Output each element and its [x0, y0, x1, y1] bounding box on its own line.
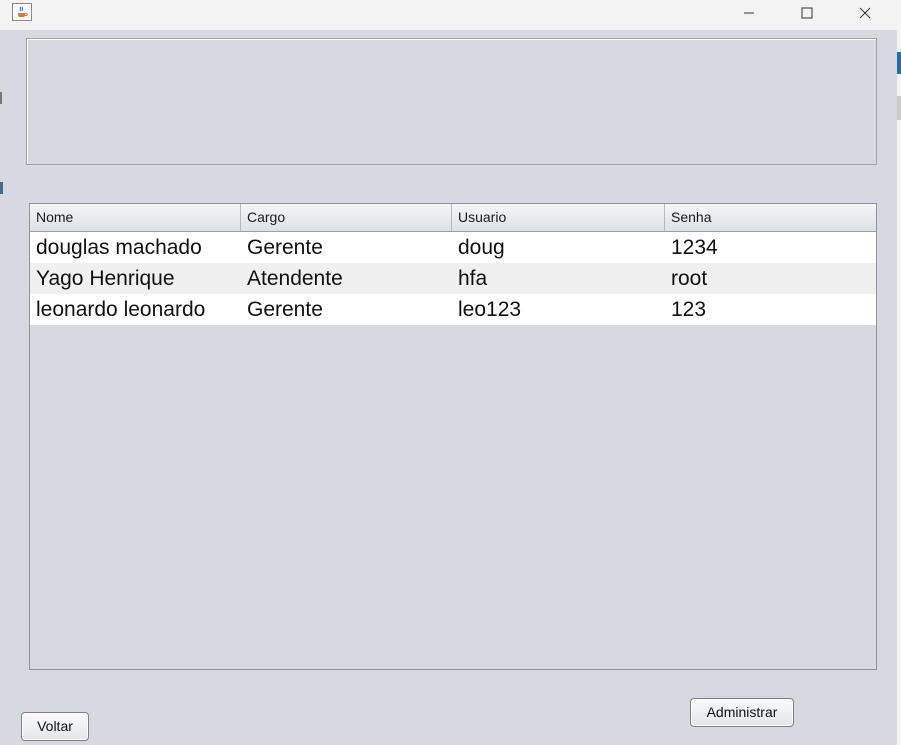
table-body: douglas machado Gerente doug 1234 Yago H… — [30, 232, 876, 325]
background-window-edge — [897, 96, 901, 120]
maximize-icon — [801, 7, 813, 19]
close-button[interactable] — [836, 0, 894, 26]
table-row[interactable]: douglas machado Gerente doug 1234 — [30, 232, 876, 263]
cell-nome[interactable]: leonardo leonardo — [30, 294, 241, 325]
background-window-edge — [0, 182, 3, 194]
background-window-edge — [897, 52, 901, 74]
cell-cargo[interactable]: Gerente — [241, 294, 452, 325]
cell-senha[interactable]: 123 — [665, 294, 876, 325]
close-icon — [859, 7, 871, 19]
table-row[interactable]: leonardo leonardo Gerente leo123 123 — [30, 294, 876, 325]
cell-senha[interactable]: root — [665, 263, 876, 294]
users-table[interactable]: Nome Cargo Usuario Senha douglas machado… — [29, 203, 877, 670]
administrar-button[interactable]: Administrar — [690, 698, 794, 727]
column-header-cargo[interactable]: Cargo — [241, 204, 452, 231]
column-header-nome[interactable]: Nome — [30, 204, 241, 231]
column-header-senha[interactable]: Senha — [665, 204, 876, 231]
cell-usuario[interactable]: hfa — [452, 263, 665, 294]
table-header: Nome Cargo Usuario Senha — [30, 204, 876, 232]
table-row[interactable]: Yago Henrique Atendente hfa root — [30, 263, 876, 294]
header-panel — [26, 38, 877, 165]
app-window: Nome Cargo Usuario Senha douglas machado… — [0, 0, 898, 745]
minimize-icon — [744, 12, 754, 14]
voltar-button[interactable]: Voltar — [21, 712, 89, 741]
cell-cargo[interactable]: Atendente — [241, 263, 452, 294]
cell-nome[interactable]: Yago Henrique — [30, 263, 241, 294]
column-header-usuario[interactable]: Usuario — [452, 204, 665, 231]
maximize-button[interactable] — [778, 0, 836, 26]
cell-usuario[interactable]: doug — [452, 232, 665, 263]
minimize-button[interactable] — [720, 0, 778, 26]
cell-senha[interactable]: 1234 — [665, 232, 876, 263]
title-bar[interactable] — [0, 0, 897, 30]
cell-nome[interactable]: douglas machado — [30, 232, 241, 263]
cell-usuario[interactable]: leo123 — [452, 294, 665, 325]
java-cup-icon[interactable] — [12, 3, 32, 21]
background-window-edge — [0, 92, 2, 104]
cell-cargo[interactable]: Gerente — [241, 232, 452, 263]
